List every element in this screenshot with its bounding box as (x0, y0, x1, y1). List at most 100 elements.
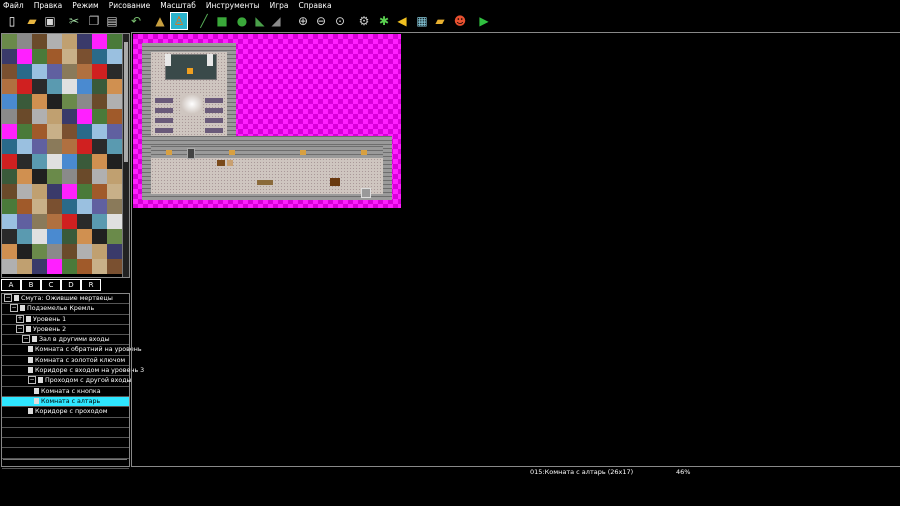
tile-swatch[interactable] (32, 79, 47, 94)
tree-item[interactable]: Комната с обратний на уровень (2, 345, 142, 356)
tile-swatch[interactable] (2, 169, 17, 184)
plugin-icon[interactable]: ✱ (376, 13, 392, 29)
tile-swatch[interactable] (92, 64, 107, 79)
tile-swatch[interactable] (107, 214, 122, 229)
select-icon[interactable]: ◢ (268, 13, 284, 29)
tile-swatch[interactable] (17, 154, 32, 169)
tile-swatch[interactable] (107, 49, 122, 64)
rectangle-icon[interactable]: ■ (214, 13, 230, 29)
tile-swatch[interactable] (92, 139, 107, 154)
expand-icon[interactable]: + (16, 314, 24, 323)
tile-swatch[interactable] (107, 34, 122, 49)
tile-swatch[interactable] (107, 244, 122, 259)
tile-swatch[interactable] (17, 79, 32, 94)
palette-scroll-thumb[interactable] (124, 42, 128, 162)
tile-swatch[interactable] (17, 244, 32, 259)
tile-swatch[interactable] (107, 259, 122, 274)
tile-swatch[interactable] (92, 34, 107, 49)
tile-swatch[interactable] (2, 79, 17, 94)
tile-swatch[interactable] (107, 109, 122, 124)
menu-item[interactable]: Рисование (109, 0, 151, 11)
tile-swatch[interactable] (62, 94, 77, 109)
undo-icon[interactable]: ↶ (128, 13, 144, 29)
collapse-icon[interactable]: − (22, 335, 30, 344)
tile-swatch[interactable] (17, 199, 32, 214)
tile-swatch[interactable] (47, 64, 62, 79)
tile-swatch[interactable] (32, 49, 47, 64)
tile-swatch[interactable] (77, 199, 92, 214)
tile-swatch[interactable] (107, 169, 122, 184)
tree-item[interactable]: Коридоре с входом на уровень 3 (2, 366, 144, 377)
tile-swatch[interactable] (2, 229, 17, 244)
tile-swatch[interactable] (77, 244, 92, 259)
zoom-out-icon[interactable]: ⊖ (313, 13, 329, 29)
tree-item[interactable]: + Уровень 1 (2, 314, 129, 325)
tile-swatch[interactable] (62, 244, 77, 259)
tile-swatch[interactable] (47, 244, 62, 259)
tile-swatch[interactable] (62, 259, 77, 274)
tile-swatch[interactable] (77, 64, 92, 79)
tile-swatch[interactable] (47, 169, 62, 184)
tile-swatch[interactable] (2, 214, 17, 229)
tile-swatch[interactable] (2, 259, 17, 274)
tile-swatch[interactable] (47, 259, 62, 274)
tile-swatch[interactable] (47, 79, 62, 94)
tile-swatch[interactable] (32, 229, 47, 244)
tile-swatch[interactable] (2, 124, 17, 139)
tile-swatch[interactable] (62, 184, 77, 199)
menu-item[interactable]: Инструменты (206, 0, 260, 11)
tile-swatch[interactable] (2, 64, 17, 79)
tile-swatch[interactable] (32, 169, 47, 184)
tile-swatch[interactable] (47, 34, 62, 49)
tile-swatch[interactable] (107, 79, 122, 94)
tree-item[interactable]: − Уровень 2 (2, 324, 129, 336)
tile-swatch[interactable] (32, 34, 47, 49)
zoom-in-icon[interactable]: ⊕ (295, 13, 311, 29)
layer-tab-a[interactable]: A (1, 279, 21, 291)
tile-swatch[interactable] (47, 94, 62, 109)
tile-swatch[interactable] (92, 169, 107, 184)
collapse-icon[interactable]: − (4, 294, 12, 302)
tile-swatch[interactable] (2, 34, 17, 49)
menu-item[interactable]: Файл (3, 0, 24, 11)
tile-swatch[interactable] (47, 229, 62, 244)
collapse-icon[interactable]: − (10, 304, 18, 313)
tile-swatch[interactable] (32, 94, 47, 109)
tile-swatch[interactable] (47, 154, 62, 169)
map-canvas[interactable] (133, 34, 401, 208)
tile-swatch[interactable] (62, 79, 77, 94)
layer-tab-d[interactable]: D (61, 279, 81, 291)
tile-swatch[interactable] (92, 214, 107, 229)
tile-swatch[interactable] (107, 94, 122, 109)
tile-swatch[interactable] (32, 154, 47, 169)
tile-swatch[interactable] (2, 244, 17, 259)
tile-swatch[interactable] (17, 229, 32, 244)
tile-swatch[interactable] (77, 169, 92, 184)
tile-swatch[interactable] (77, 79, 92, 94)
tile-swatch[interactable] (62, 139, 77, 154)
tile-swatch[interactable] (32, 139, 47, 154)
menu-item[interactable]: Масштаб (160, 0, 196, 11)
tile-swatch[interactable] (62, 49, 77, 64)
tile-swatch[interactable] (77, 259, 92, 274)
tile-swatch[interactable] (92, 229, 107, 244)
collapse-icon[interactable]: − (28, 376, 36, 385)
tile-swatch[interactable] (32, 244, 47, 259)
tile-swatch[interactable] (92, 79, 107, 94)
paste-icon[interactable]: ▤ (104, 13, 120, 29)
tile-swatch[interactable] (62, 34, 77, 49)
tile-swatch[interactable] (62, 124, 77, 139)
tile-swatch[interactable] (77, 124, 92, 139)
tile-swatch[interactable] (77, 154, 92, 169)
sound-icon[interactable]: ◀ (394, 13, 410, 29)
map-editor-area[interactable] (131, 32, 900, 467)
tile-swatch[interactable] (92, 184, 107, 199)
character-icon[interactable]: ☻ (452, 13, 468, 29)
tile-swatch[interactable] (107, 64, 122, 79)
tile-swatch[interactable] (62, 109, 77, 124)
copy-icon[interactable]: ❐ (86, 13, 102, 29)
event-layer-icon[interactable]: ♙ (170, 12, 188, 30)
tile-swatch[interactable] (17, 64, 32, 79)
tile-swatch[interactable] (17, 259, 32, 274)
new-file-icon[interactable]: ▯ (4, 13, 20, 29)
